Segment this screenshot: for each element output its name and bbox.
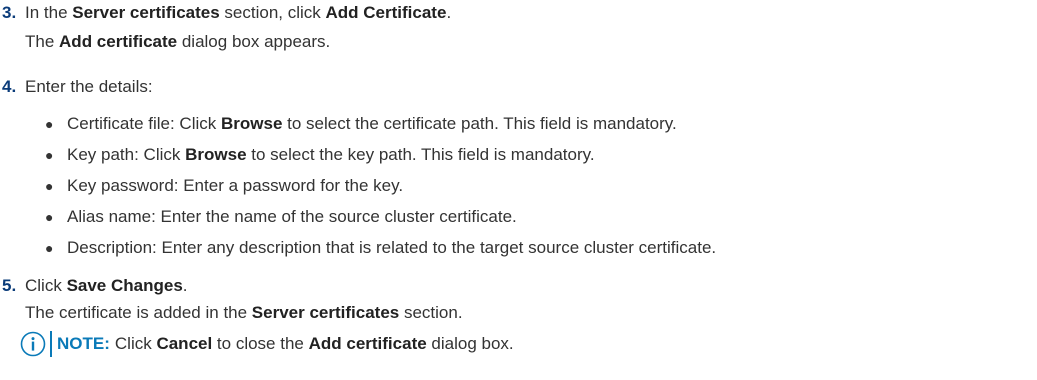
step-text: Click Save Changes. bbox=[25, 275, 188, 297]
step-result-text: The certificate is added in the Server c… bbox=[25, 302, 463, 324]
ui-term: Cancel bbox=[156, 334, 213, 353]
bullet-icon: ● bbox=[45, 240, 54, 256]
ui-term: Add certificate bbox=[308, 334, 427, 353]
list-item: ● Certificate file: Click Browse to selec… bbox=[45, 113, 677, 135]
document-page: 3. In the Server certificates section, c… bbox=[0, 0, 1037, 380]
list-item: ● Alias name: Enter the name of the sourc… bbox=[45, 206, 517, 228]
step-number: 5. bbox=[2, 276, 17, 295]
text-run: . bbox=[446, 3, 452, 22]
text-run: Description: Enter any description that … bbox=[67, 238, 717, 257]
list-item-text: Key path: Click Browse to select the key… bbox=[67, 145, 595, 164]
ui-term: Server certificates bbox=[72, 3, 220, 22]
info-icon bbox=[20, 331, 46, 357]
text-run: to select the key path. This field is ma… bbox=[246, 145, 595, 164]
text-run: . bbox=[182, 276, 188, 295]
text-run: to close the bbox=[212, 334, 309, 353]
text-run: Alias name: Enter the name of the source… bbox=[67, 207, 517, 226]
text-run: Key path: Click bbox=[67, 145, 186, 164]
text-run: In the bbox=[25, 3, 73, 22]
bullet-icon: ● bbox=[45, 116, 54, 132]
ui-term: Add Certificate bbox=[325, 3, 447, 22]
list-item-text: Key password: Enter a password for the k… bbox=[67, 176, 403, 195]
ui-term: Save Changes bbox=[66, 276, 183, 295]
text-run: Key password: Enter a password for the k… bbox=[67, 176, 404, 195]
note-label: NOTE: bbox=[57, 334, 110, 353]
step-result-text: The Add certificate dialog box appears. bbox=[25, 31, 330, 53]
text-run: section, click bbox=[219, 3, 326, 22]
list-item-text: Description: Enter any description that … bbox=[67, 238, 716, 257]
list-item-text: Alias name: Enter the name of the source… bbox=[67, 207, 517, 226]
text-run: Click bbox=[114, 334, 157, 353]
text-run: The certificate is added in the bbox=[25, 303, 252, 322]
text-run: to select the certificate path. This fie… bbox=[282, 114, 677, 133]
step-number: 4. bbox=[2, 77, 17, 96]
list-item: ● Key password: Enter a password for the … bbox=[45, 175, 403, 197]
note-callout: NOTE: Click Cancel to close the Add cert… bbox=[20, 331, 514, 357]
step-text: Enter the details: bbox=[25, 76, 153, 98]
step-number: 3. bbox=[2, 3, 17, 22]
ui-term: Server certificates bbox=[251, 303, 400, 322]
note-text: Click Cancel to close the Add certificat… bbox=[115, 334, 514, 354]
text-run: dialog box appears. bbox=[177, 32, 331, 51]
text-run: The bbox=[25, 32, 60, 51]
text-run: dialog box. bbox=[426, 334, 514, 353]
ui-term: Add certificate bbox=[59, 32, 178, 51]
text-run: Certificate file: Click bbox=[67, 114, 221, 133]
list-item: ● Key path: Click Browse to select the ke… bbox=[45, 144, 595, 166]
text-run: Click bbox=[25, 276, 67, 295]
note-divider bbox=[50, 331, 52, 357]
bullet-icon: ● bbox=[45, 147, 54, 163]
text-run: section. bbox=[399, 303, 463, 322]
ui-term: Browse bbox=[220, 114, 283, 133]
step-text: In the Server certificates section, clic… bbox=[25, 2, 451, 24]
ui-term: Browse bbox=[185, 145, 247, 164]
bullet-icon: ● bbox=[45, 209, 54, 225]
text-run: Enter the details: bbox=[25, 77, 153, 96]
list-item: ● Description: Enter any description that… bbox=[45, 237, 716, 259]
bullet-icon: ● bbox=[45, 178, 54, 194]
list-item-text: Certificate file: Click Browse to select… bbox=[67, 114, 677, 133]
